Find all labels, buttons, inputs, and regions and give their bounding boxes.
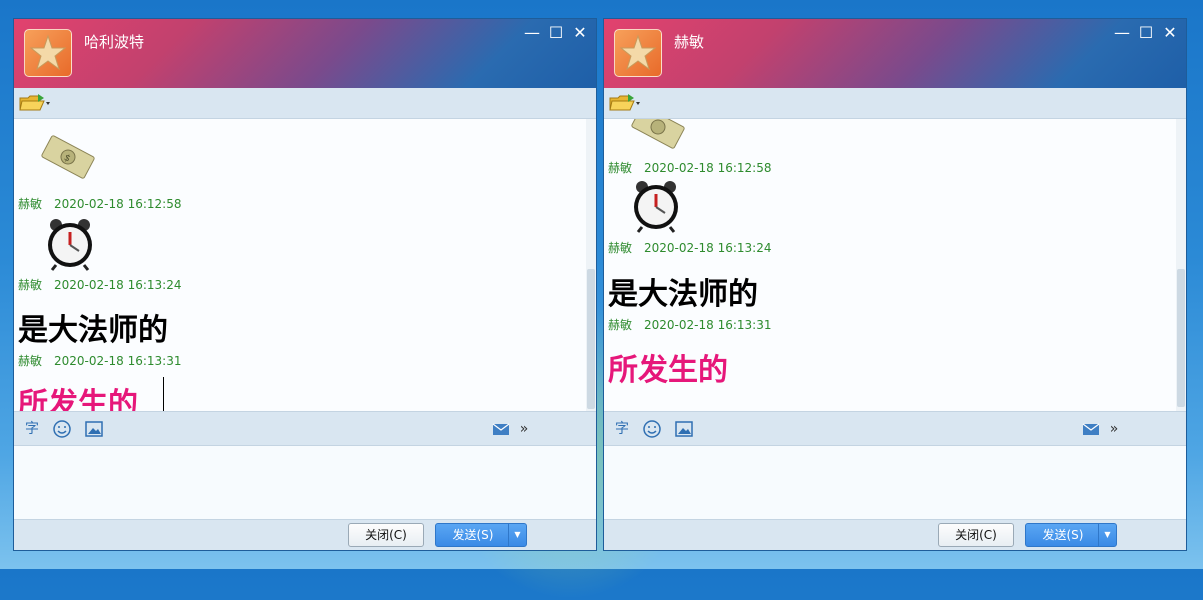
envelope-icon[interactable] [491,419,511,439]
text-caret [163,377,164,411]
close-window-button[interactable]: ✕ [1160,23,1180,43]
maximize-button[interactable]: ☐ [1136,23,1156,43]
top-toolbar [604,88,1186,119]
close-button[interactable]: 关闭(C) [938,523,1014,547]
send-button[interactable]: 发送(S) ▼ [435,523,527,547]
send-options-dropdown[interactable]: ▼ [508,524,526,546]
message-meta: 赫敏 2020-02-18 16:13:24 [608,239,771,256]
message-time: 2020-02-18 16:13:24 [54,278,182,292]
footer-bar: 关闭(C) 发送(S) ▼ [14,519,596,550]
sender-name: 赫敏 [608,161,633,175]
chat-window-harry: 哈利波特 — ☐ ✕ $ 赫敏 2020-02-18 16:12:58 赫敏 2… [13,18,597,551]
message-toolbar: 字 » [14,411,596,446]
maximize-button[interactable]: ☐ [546,23,566,43]
message-time: 2020-02-18 16:13:24 [644,241,772,255]
sender-name: 赫敏 [18,197,43,211]
emoji-icon[interactable] [52,419,72,439]
chat-window-hermione: 赫敏 — ☐ ✕ 赫敏 2020-02-18 16:12:58 赫敏 2020-… [603,18,1187,551]
starfish-icon [619,34,657,71]
message-input[interactable] [604,446,1186,519]
message-input[interactable] [14,446,596,519]
message-meta: 赫敏 2020-02-18 16:12:58 [18,195,181,212]
image-icon[interactable] [84,419,104,439]
title-bar[interactable]: 赫敏 — ☐ ✕ [604,19,1186,88]
message-time: 2020-02-18 16:13:31 [644,318,772,332]
scroll-thumb[interactable] [587,269,595,409]
message-text: 是大法师的 [608,277,758,312]
clock-emoji-icon [48,219,92,271]
message-time: 2020-02-18 16:12:58 [54,197,182,211]
avatar[interactable] [614,29,662,77]
starfish-icon [29,34,67,71]
chat-scrollbar[interactable] [1176,119,1186,411]
scroll-thumb[interactable] [1177,269,1185,407]
folder-icon[interactable] [608,92,642,114]
send-label: 发送(S) [452,528,494,542]
send-label: 发送(S) [1042,528,1084,542]
envelope-icon[interactable] [1081,419,1101,439]
money-emoji-icon [631,119,685,149]
font-icon[interactable]: 字 [22,419,42,439]
message-text: 是大法师的 [18,313,168,348]
close-button[interactable]: 关闭(C) [348,523,424,547]
folder-icon[interactable] [18,92,52,114]
message-meta: 赫敏 2020-02-18 16:12:58 [608,159,771,176]
sender-name: 赫敏 [18,354,43,368]
message-time: 2020-02-18 16:12:58 [644,161,772,175]
message-meta: 赫敏 2020-02-18 16:13:31 [608,316,771,333]
minimize-button[interactable]: — [522,23,542,43]
font-icon[interactable]: 字 [612,419,632,439]
clock-emoji-icon [634,181,678,233]
sender-name: 赫敏 [18,278,43,292]
money-emoji-icon: $ [41,135,95,179]
message-meta: 赫敏 2020-02-18 16:13:24 [18,276,181,293]
emoji-icon[interactable] [642,419,662,439]
sender-name: 赫敏 [608,318,633,332]
title-bar[interactable]: 哈利波特 — ☐ ✕ [14,19,596,88]
more-icon[interactable]: » [514,419,534,439]
image-icon[interactable] [674,419,694,439]
send-options-dropdown[interactable]: ▼ [1098,524,1116,546]
minimize-button[interactable]: — [1112,23,1132,43]
chat-scrollbar[interactable] [586,119,596,411]
window-title: 哈利波特 [84,33,145,51]
chat-history[interactable]: 赫敏 2020-02-18 16:12:58 赫敏 2020-02-18 16:13… [604,119,1186,411]
avatar[interactable] [24,29,72,77]
window-title: 赫敏 [674,33,705,51]
send-button[interactable]: 发送(S) ▼ [1025,523,1117,547]
close-window-button[interactable]: ✕ [570,23,590,43]
sender-name: 赫敏 [608,241,633,255]
top-toolbar [14,88,596,119]
footer-bar: 关闭(C) 发送(S) ▼ [604,519,1186,550]
message-text: 所发生的 [18,387,138,411]
message-time: 2020-02-18 16:13:31 [54,354,182,368]
message-text: 所发生的 [608,353,728,388]
more-icon[interactable]: » [1104,419,1124,439]
message-toolbar: 字 » [604,411,1186,446]
chat-history[interactable]: $ 赫敏 2020-02-18 16:12:58 赫敏 2020-02-18 16:… [14,119,596,411]
message-meta: 赫敏 2020-02-18 16:13:31 [18,352,181,369]
